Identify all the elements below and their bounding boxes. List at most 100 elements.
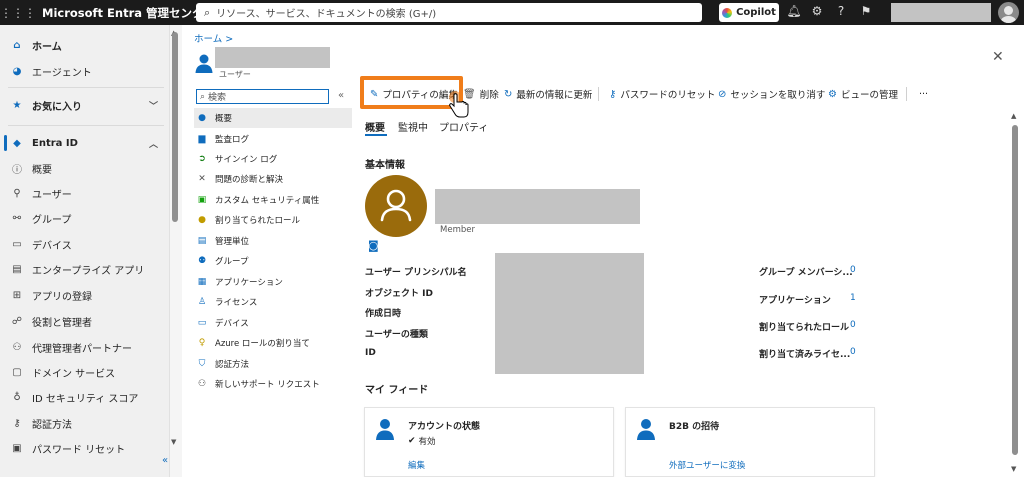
info-icon: ⓘ	[12, 164, 22, 176]
menu-item-audit-logs[interactable]: ▆ 監査ログ	[194, 129, 352, 149]
menu-item-admin-units[interactable]: ▤ 管理単位	[194, 231, 352, 251]
resource-menu-search[interactable]: ⌕ 検索	[196, 89, 329, 104]
menu-item-azure-roles[interactable]: ♀ Azure ロールの割り当て	[194, 333, 352, 353]
stat-applications-value[interactable]: 1	[850, 293, 856, 303]
delete-label: 削除	[479, 90, 499, 101]
menu-item-licenses[interactable]: ♙ ライセンス	[194, 292, 352, 312]
user-name-redacted	[435, 189, 640, 224]
nav-password-reset[interactable]: ▣ パスワード リセット	[0, 436, 166, 460]
menu-item-support-request[interactable]: ⚇ 新しいサポート リクエスト	[194, 374, 352, 394]
menu-label: 概要	[215, 114, 233, 124]
nav-app-registrations[interactable]: ⊞ アプリの登録	[0, 283, 166, 307]
nav-enterprise-apps[interactable]: ▤ エンタープライズ アプリ	[0, 257, 166, 281]
nav-favorites[interactable]: ★ お気に入り ﹀	[0, 93, 166, 117]
help-icon[interactable]: ?	[833, 4, 849, 18]
person-icon	[380, 189, 412, 222]
nav-label: 概要	[32, 164, 52, 176]
nav-overview[interactable]: ⓘ 概要	[0, 156, 166, 180]
stat-assigned-roles-value[interactable]: 0	[850, 320, 856, 330]
collapse-nav-button[interactable]: «	[162, 455, 168, 466]
partner-icon: ⚇	[12, 341, 22, 353]
menu-item-overview[interactable]: ● 概要	[194, 108, 352, 128]
camera-icon[interactable]: ◙	[368, 239, 379, 252]
devices-icon: ▭	[12, 238, 22, 250]
user-display-name-redacted	[215, 47, 330, 68]
nav-home[interactable]: ⌂ ホーム	[0, 33, 166, 57]
nav-entra-id[interactable]: ◆ Entra ID ︿	[0, 131, 166, 155]
tab-overview[interactable]: 概要	[365, 119, 385, 134]
menu-label: サインイン ログ	[215, 155, 278, 165]
key-icon: ⚷	[13, 417, 21, 429]
reset-password-button[interactable]: ⚷ パスワードのリセット	[609, 84, 715, 104]
menu-item-signin-logs[interactable]: ➲ サインイン ログ	[194, 149, 352, 169]
nav-auth-methods[interactable]: ⚷ 認証方法	[0, 411, 166, 435]
stat-licenses-value[interactable]: 0	[850, 347, 856, 357]
gear-icon[interactable]: ⚙	[809, 4, 825, 18]
refresh-button[interactable]: ↻ 最新の情報に更新	[504, 84, 592, 104]
block-icon: ⊘	[718, 88, 727, 100]
portal-title[interactable]: Microsoft Entra 管理センター	[28, 5, 215, 21]
copilot-button[interactable]: Copilot	[719, 3, 779, 22]
breadcrumb[interactable]: ホーム >	[194, 31, 233, 45]
nav-label: ドメイン サービス	[32, 368, 116, 380]
scroll-down-arrow[interactable]: ▼	[1011, 465, 1016, 473]
nav-identity-secure-score[interactable]: ♁ ID セキュリティ スコア	[0, 385, 166, 409]
nav-domain-services[interactable]: ▢ ドメイン サービス	[0, 360, 166, 384]
revoke-sessions-button[interactable]: ⊘ セッションを取り消す	[718, 84, 825, 104]
menu-item-devices[interactable]: ▭ デバイス	[194, 313, 352, 333]
nav-divider	[8, 125, 164, 126]
nav-groups[interactable]: ⚯ グループ	[0, 206, 166, 230]
menu-item-applications[interactable]: ▦ アプリケーション	[194, 272, 352, 292]
stat-group-membership-label: グループ メンバーシ...	[759, 268, 853, 278]
apps-grid-icon: ▦	[197, 277, 207, 287]
nav-label: グループ	[32, 214, 72, 226]
user-avatar[interactable]	[998, 2, 1019, 23]
tab-properties[interactable]: プロパティ	[439, 119, 488, 134]
field-created-label: 作成日時	[365, 309, 402, 319]
tab-monitoring[interactable]: 監視中	[398, 119, 428, 134]
scroll-up-arrow[interactable]: ▲	[1011, 112, 1016, 120]
app-icon: ▤	[12, 263, 22, 275]
person-icon: ⚲	[13, 187, 21, 199]
reset-password-label: パスワードのリセット	[620, 90, 716, 101]
manage-view-button[interactable]: ⚙ ビューの管理	[828, 84, 898, 104]
main-scrollbar[interactable]	[1012, 125, 1018, 455]
menu-item-auth-methods[interactable]: ⛉ 認証方法	[194, 354, 352, 374]
account-info[interactable]	[891, 3, 991, 22]
copilot-icon	[722, 7, 733, 18]
menu-item-custom-attributes[interactable]: ▣ カスタム セキュリティ属性	[194, 190, 352, 210]
bell-icon[interactable]: 🔔︎	[786, 4, 802, 18]
menu-label: ライセンス	[215, 298, 258, 308]
field-object-id-label: オブジェクト ID	[365, 289, 433, 299]
more-actions-button[interactable]: ···	[919, 84, 928, 104]
feedback-icon[interactable]: ⚑	[858, 4, 874, 18]
menu-item-diagnose[interactable]: ✕ 問題の診断と解決	[194, 169, 352, 189]
copilot-label: Copilot	[736, 7, 776, 18]
nav-users[interactable]: ⚲ ユーザー	[0, 181, 166, 205]
close-icon[interactable]: ✕	[992, 49, 1004, 65]
nav-label: ID セキュリティ スコア	[32, 393, 139, 405]
scroll-down-arrow[interactable]: ▼	[171, 438, 176, 446]
nav-devices[interactable]: ▭ デバイス	[0, 232, 166, 256]
nav-roles-admins[interactable]: ☍ 役割と管理者	[0, 309, 166, 333]
nav-label: エンタープライズ アプリ	[32, 265, 145, 277]
collapse-menu-button[interactable]: «	[338, 90, 344, 101]
wrench-icon: ✕	[198, 174, 206, 184]
stat-assigned-roles-label: 割り当てられたロール	[759, 323, 850, 333]
nav-scrollbar[interactable]	[172, 32, 178, 222]
account-status-value: ✔ 有効	[408, 435, 436, 447]
global-search-input[interactable]: ⌕ リソース、サービス、ドキュメントの検索 (G+/)	[196, 3, 702, 22]
menu-item-groups[interactable]: ⚉ グループ	[194, 251, 352, 271]
attribute-icon: ▣	[197, 195, 207, 205]
account-edit-link[interactable]: 編集	[408, 459, 425, 471]
nav-agent[interactable]: ◕ エージェント	[0, 59, 166, 83]
convert-external-user-link[interactable]: 外部ユーザーに変換	[669, 459, 745, 471]
manage-view-label: ビューの管理	[840, 90, 898, 101]
menu-label: 管理単位	[215, 237, 250, 247]
key-icon: ♀	[198, 338, 206, 348]
nav-delegated-partners[interactable]: ⚇ 代理管理者パートナー	[0, 335, 166, 359]
menu-item-assigned-roles[interactable]: ● 割り当てられたロール	[194, 210, 352, 230]
stat-group-membership-value[interactable]: 0	[850, 265, 856, 275]
app-launcher-icon[interactable]: ⋮⋮⋮	[0, 6, 36, 20]
role-icon: ●	[198, 215, 206, 225]
